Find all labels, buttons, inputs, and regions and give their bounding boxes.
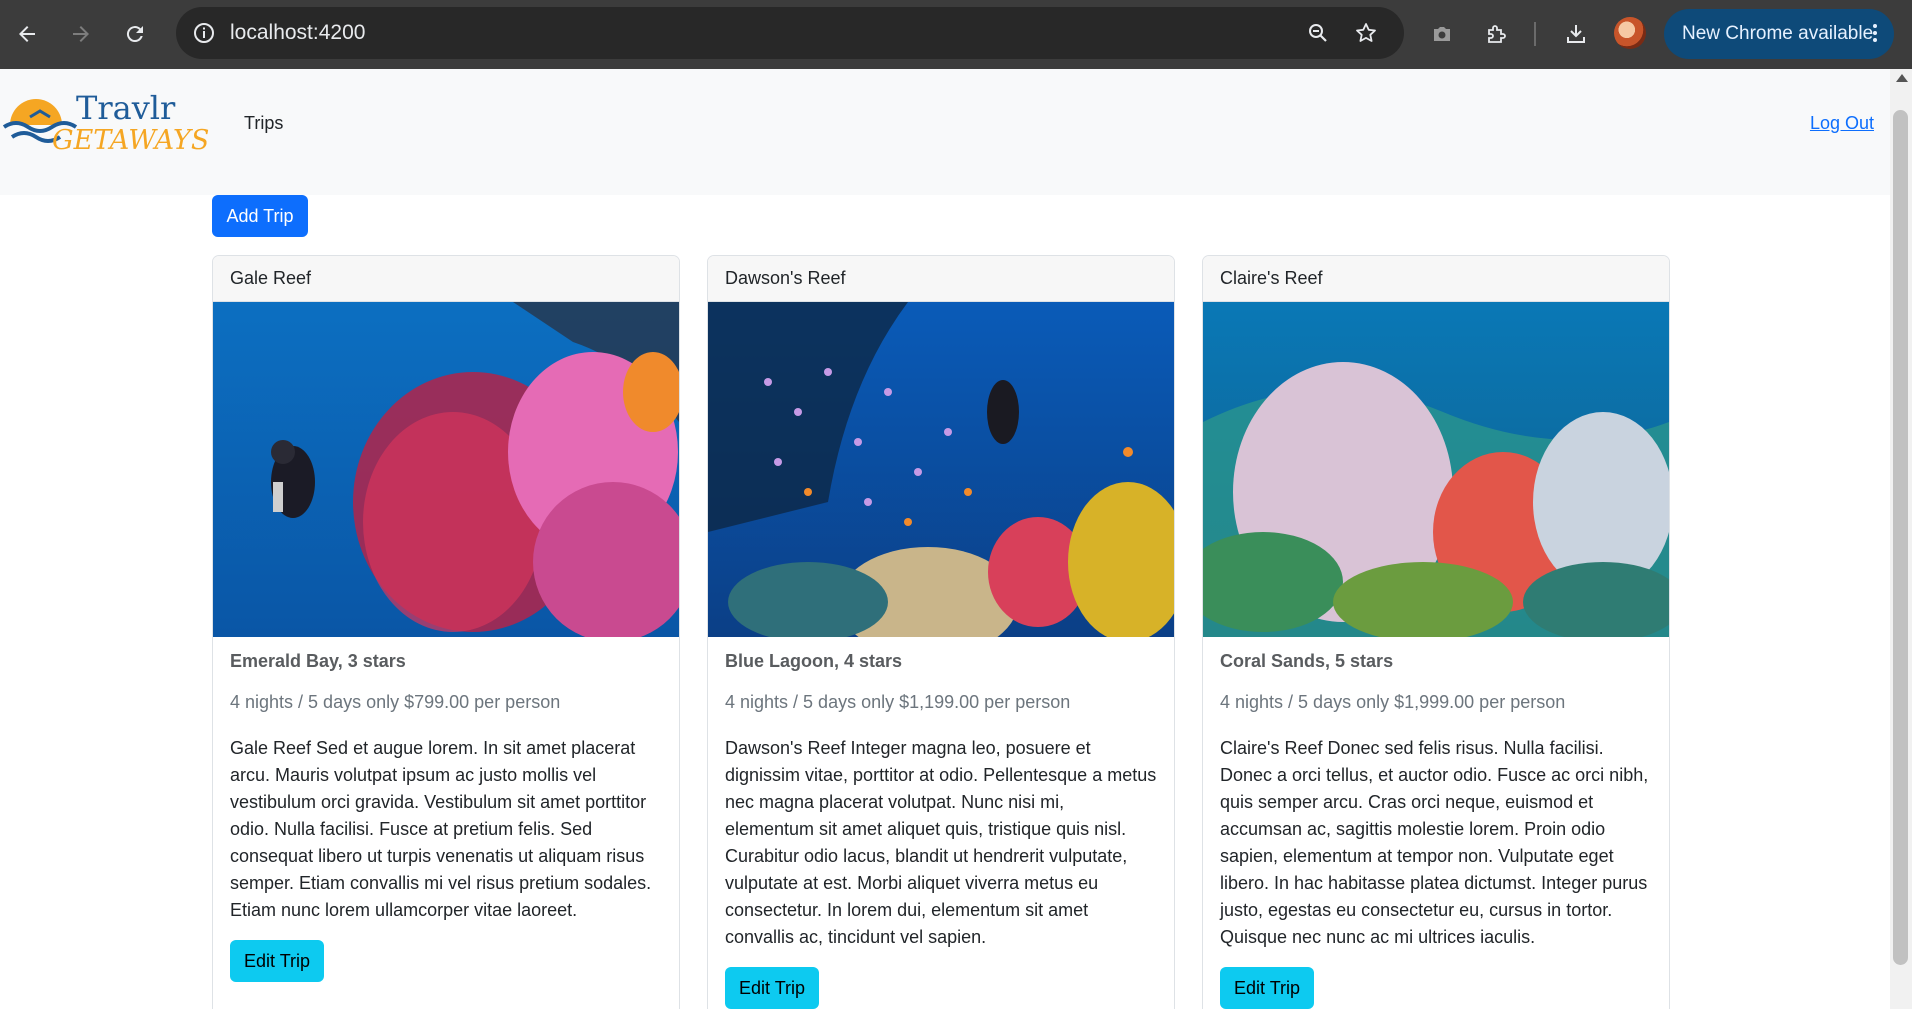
- logo-bottom-text: GETAWAYS: [52, 125, 209, 151]
- trip-card: Claire's Reef Coral Sands, 5 stars 4 nig…: [1202, 255, 1670, 1009]
- forward-icon[interactable]: [63, 16, 99, 52]
- travlr-logo[interactable]: Travlr GETAWAYS: [2, 87, 212, 156]
- trip-name: Gale Reef: [213, 256, 679, 302]
- toolbar-divider: [1534, 22, 1536, 46]
- scrollbar-thumb[interactable]: [1893, 110, 1908, 965]
- trip-name: Dawson's Reef: [708, 256, 1174, 302]
- update-chrome-button[interactable]: New Chrome available: [1664, 9, 1894, 59]
- address-bar[interactable]: localhost:4200: [176, 7, 1404, 59]
- extensions-icon[interactable]: [1478, 16, 1514, 52]
- trip-card: Dawson's Reef Blue Lagoon, 4 stars 4 nig…: [707, 255, 1175, 1009]
- trip-resort: Blue Lagoon, 4 stars: [725, 651, 903, 671]
- back-icon[interactable]: [9, 16, 45, 52]
- add-trip-button[interactable]: Add Trip: [212, 195, 308, 237]
- trip-description: Gale Reef Sed et augue lorem. In sit ame…: [230, 738, 652, 920]
- trip-resort: Coral Sands, 5 stars: [1220, 651, 1394, 671]
- profile-avatar[interactable]: [1614, 17, 1646, 49]
- zoom-icon[interactable]: [1302, 17, 1334, 49]
- edit-trip-button[interactable]: Edit Trip: [1220, 967, 1315, 1009]
- bookmark-star-icon[interactable]: [1350, 17, 1382, 49]
- trip-resort: Emerald Bay, 3 stars: [230, 651, 406, 671]
- site-info-icon[interactable]: [188, 17, 220, 49]
- trip-price: 4 nights / 5 days only $1,199.00 per per…: [725, 692, 1071, 712]
- trip-description: Claire's Reef Donec sed felis risus. Nul…: [1220, 738, 1649, 947]
- trip-name: Claire's Reef: [1203, 256, 1669, 302]
- page-content: Travlr GETAWAYS Trips Log Out Add Trip G…: [0, 69, 1890, 1009]
- trip-price: 4 nights / 5 days only $1,999.00 per per…: [1220, 692, 1566, 712]
- reload-icon[interactable]: [117, 16, 153, 52]
- edit-trip-button[interactable]: Edit Trip: [230, 940, 325, 982]
- nav-link-trips[interactable]: Trips: [244, 113, 283, 134]
- trip-image: [1203, 302, 1669, 637]
- trip-image: [708, 302, 1174, 637]
- update-label: New Chrome available: [1682, 23, 1874, 44]
- trip-card: Gale Reef Emerald Bay, 3 stars 4 nights …: [212, 255, 680, 1009]
- trip-price: 4 nights / 5 days only $799.00 per perso…: [230, 692, 561, 712]
- screenshot-icon[interactable]: [1424, 16, 1460, 52]
- edit-trip-button[interactable]: Edit Trip: [725, 967, 820, 1009]
- trip-image: [213, 302, 679, 637]
- browser-toolbar: localhost:4200 New Chrome available: [0, 0, 1912, 69]
- more-icon[interactable]: [1870, 21, 1880, 47]
- url-text[interactable]: localhost:4200: [230, 21, 365, 45]
- trip-description: Dawson's Reef Integer magna leo, posuere…: [725, 738, 1157, 947]
- logo-top-text: Travlr: [76, 89, 176, 127]
- site-navbar: Travlr GETAWAYS Trips Log Out: [0, 69, 1890, 195]
- logout-link[interactable]: Log Out: [1810, 113, 1874, 134]
- downloads-icon[interactable]: [1558, 16, 1594, 52]
- scroll-up-icon[interactable]: [1896, 74, 1908, 82]
